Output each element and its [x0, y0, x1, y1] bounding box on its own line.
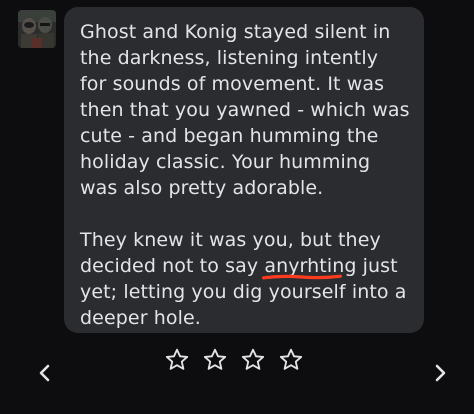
star-outline-icon[interactable] — [240, 347, 266, 373]
chevron-left-icon — [39, 364, 50, 382]
footer-bar — [0, 336, 474, 414]
avatar[interactable] — [18, 10, 56, 48]
highlighted-word: anyrhting — [262, 253, 357, 280]
comment-paragraph: Ghost and Konig stayed silent in the dar… — [80, 21, 410, 199]
star-rating — [164, 347, 304, 373]
avatar-image — [18, 10, 56, 48]
star-outline-icon[interactable] — [278, 347, 304, 373]
comment-bubble: Ghost and Konig stayed silent in the dar… — [64, 7, 424, 333]
chevron-right-icon — [435, 364, 446, 382]
comment-paragraph: They knew it was you, but they decided n… — [80, 227, 410, 331]
highlighted-word-text: anyrhting — [264, 255, 357, 277]
next-button[interactable] — [427, 359, 455, 387]
comment-screen: Ghost and Konig stayed silent in the dar… — [0, 0, 474, 414]
star-outline-icon[interactable] — [202, 347, 228, 373]
star-outline-icon[interactable] — [164, 347, 190, 373]
previous-button[interactable] — [30, 359, 58, 387]
